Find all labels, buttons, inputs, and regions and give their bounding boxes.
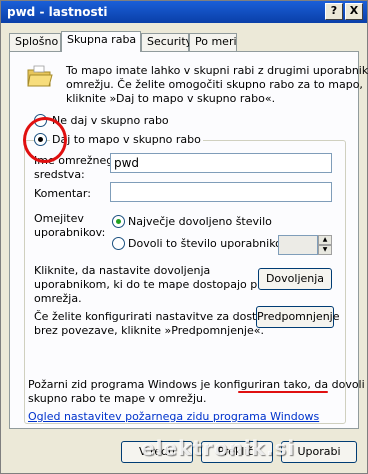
comment-input[interactable] [110, 182, 332, 202]
caching-button[interactable]: Predpomnjenje [256, 306, 340, 328]
tab-customize[interactable]: Po meri [189, 33, 237, 51]
properties-window: pwd - lastnosti ? X Splošno Skupna raba … [0, 0, 368, 474]
watermark: elektronik.si [141, 436, 296, 460]
allow-users-radio[interactable] [112, 237, 125, 250]
arrow-down-icon: ▼ [322, 246, 328, 253]
intro-line-3: kliknite »Daj to mapo v skupno rabo«. [66, 92, 276, 105]
share-name-label-2: sredstva: [34, 168, 85, 181]
caching-text-1: Če želite konfigurirati nastavitve za do… [34, 310, 271, 323]
permissions-text-3: omrežja. [34, 292, 82, 305]
tab-general[interactable]: Splošno [9, 33, 61, 51]
limit-label-1: Omejitev [34, 212, 84, 225]
spinner-up-button[interactable]: ▲ [318, 235, 332, 245]
tab-sharing[interactable]: Skupna raba [61, 31, 141, 52]
title-bar: pwd - lastnosti ? X [1, 1, 367, 23]
permissions-button[interactable]: Dovoljenja [258, 268, 332, 290]
intro-line-1: To mapo imate lahko v skupni rabi z drug… [66, 64, 368, 77]
annotation-underline [238, 391, 328, 393]
allow-users-label[interactable]: Dovoli to število uporabnikov: [128, 237, 292, 250]
sharing-panel: To mapo imate lahko v skupni rabi z drug… [9, 51, 368, 429]
caching-text-2: brez povezave, kliknite »Predpomnjenje«. [34, 324, 264, 337]
limit-label-2: uporabnikov: [34, 226, 106, 239]
comment-label: Komentar: [34, 187, 91, 200]
users-count-input[interactable] [278, 235, 318, 255]
max-allowed-label[interactable]: Največje dovoljeno število [128, 215, 272, 228]
tab-security[interactable]: Security [141, 33, 192, 51]
window-title: pwd - lastnosti [7, 5, 108, 19]
shared-folder-icon [27, 65, 53, 87]
firewall-settings-link[interactable]: Ogled nastavitev požarnega zidu programa… [28, 410, 319, 423]
firewall-text-2: skupno rabo te mape v omrežju. [28, 392, 207, 405]
max-allowed-radio[interactable] [112, 215, 125, 228]
firewall-text-1: Požarni zid programa Windows je konfigur… [28, 378, 365, 391]
permissions-text-1: Kliknite, da nastavite dovoljenja [34, 264, 211, 277]
intro-line-2: omrežju. Če želite omogočiti skupno rabo… [66, 78, 363, 91]
annotation-circle [23, 117, 67, 163]
no-share-label[interactable]: Ne daj v skupno rabo [52, 114, 169, 127]
share-label[interactable]: Daj to mapo v skupno rabo [50, 133, 203, 146]
help-button[interactable]: ? [325, 3, 343, 20]
permissions-text-2: uporabnikom, ki do te mape dostopajo pre… [34, 278, 275, 291]
arrow-up-icon: ▲ [322, 236, 328, 243]
spinner-down-button[interactable]: ▼ [318, 245, 332, 255]
share-name-input[interactable]: pwd [110, 153, 332, 173]
close-button[interactable]: X [345, 3, 363, 20]
